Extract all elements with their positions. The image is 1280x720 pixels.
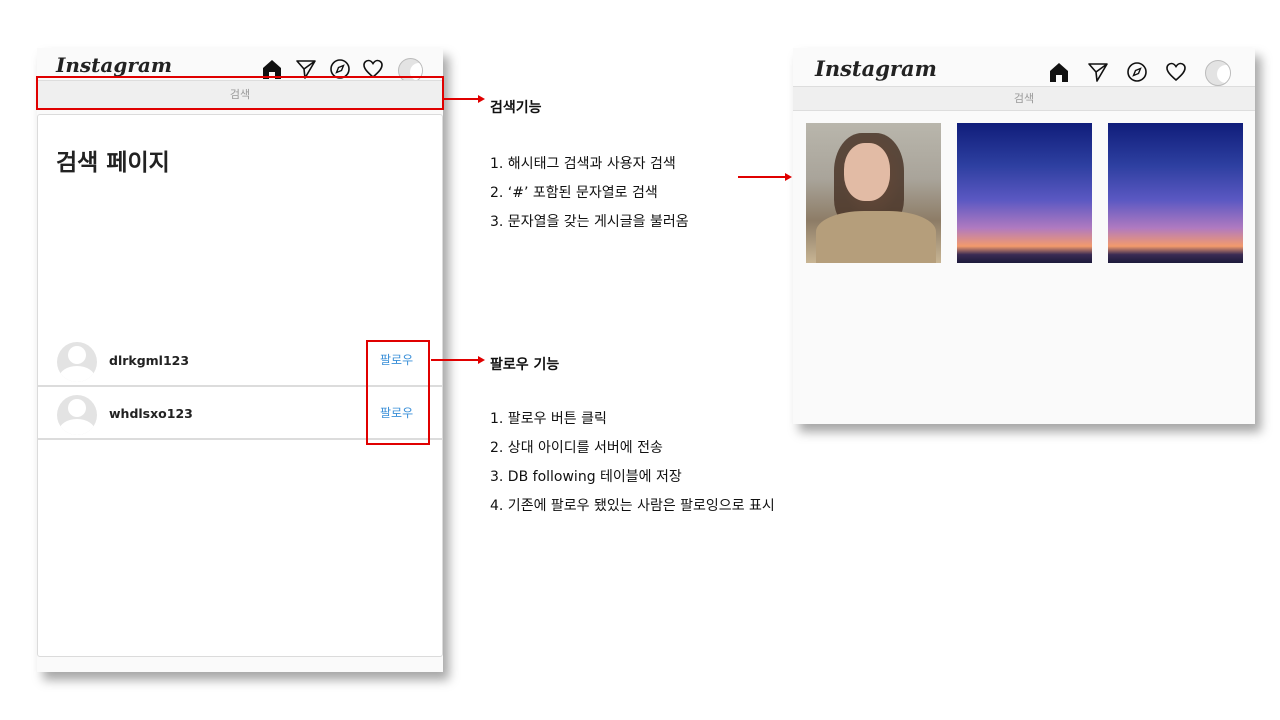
send-icon[interactable] [1087,61,1109,83]
follow-highlight-box [366,340,430,445]
list-item: 1. 해시태그 검색과 사용자 검색 [490,156,676,172]
search-feature-title: 검색기능 [490,100,542,116]
search-input[interactable]: 검색 [793,86,1255,111]
search-feature-list: 1. 해시태그 검색과 사용자 검색 2. ‘#’ 포함된 문자열로 검색 3.… [490,150,689,237]
instagram-logo: Instagram [815,56,937,81]
instagram-logo: Instagram [56,53,172,77]
username: dlrkgml123 [109,353,190,368]
username: whdlsxo123 [109,406,193,421]
search-highlight-box [36,76,444,110]
post-thumbnail-sunset[interactable] [957,123,1092,263]
list-item: 4. 기존에 팔로우 됐있는 사람은 팔로잉으로 표시 [490,498,775,514]
follow-feature-list: 1. 팔로우 버튼 클릭 2. 상대 아이디를 서버에 전송 3. DB fol… [490,405,775,521]
user-avatar [57,395,97,435]
list-item: 3. DB following 테이블에 저장 [490,469,682,485]
home-icon[interactable] [1048,61,1070,83]
compass-icon[interactable] [1126,61,1148,83]
follow-feature-title: 팔로우 기능 [490,357,560,373]
list-item: 2. 상대 아이디를 서버에 전송 [490,440,663,456]
post-thumbnail-sunset[interactable] [1108,123,1243,263]
list-item: 2. ‘#’ 포함된 문자열로 검색 [490,185,658,201]
user-avatar [57,342,97,382]
profile-icon[interactable] [1205,60,1231,86]
page-title: 검색 페이지 [56,150,170,176]
list-item: 1. 팔로우 버튼 클릭 [490,411,607,427]
post-thumbnail-portrait[interactable] [806,123,941,263]
search-results-screen: Instagram 검색 [793,48,1255,424]
heart-icon[interactable] [1165,61,1187,83]
list-item: 3. 문자열을 갖는 게시글을 불러옴 [490,214,689,230]
